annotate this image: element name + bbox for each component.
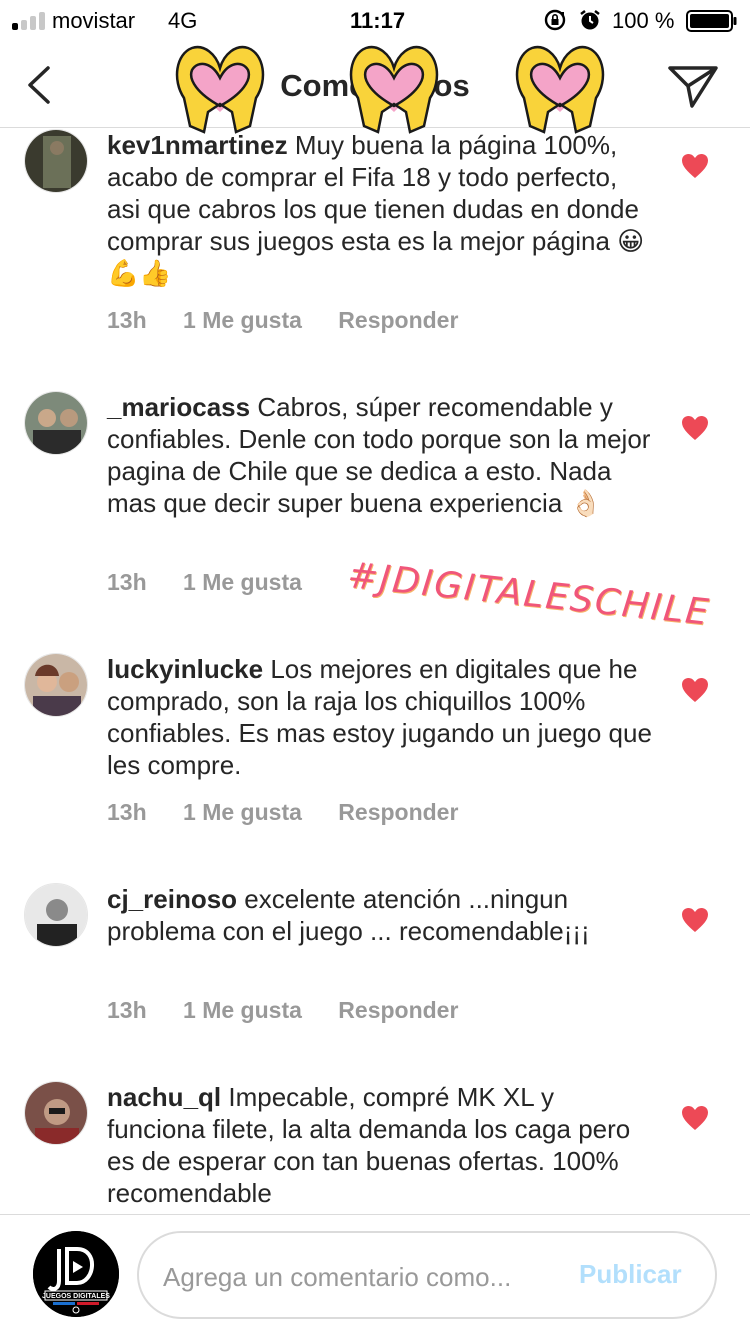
heart-icon[interactable]	[681, 907, 709, 933]
comment-time: 13h	[107, 307, 147, 333]
clock: 11:17	[350, 8, 406, 33]
reply-button[interactable]: Responder	[338, 307, 458, 334]
comment-time: 13h	[107, 997, 147, 1023]
comment-input[interactable]	[163, 1257, 563, 1297]
publish-button[interactable]: Publicar	[579, 1259, 682, 1290]
comment-text: nachu_ql Impecable, compré MK XL y funci…	[107, 1081, 652, 1209]
comment-text: luckyinlucke Los mejores en digitales qu…	[107, 653, 652, 781]
comment-likes[interactable]: 1 Me gusta	[183, 569, 302, 596]
comment-text: kev1nmartinez Muy buena la página 100%, …	[107, 129, 652, 289]
comment-username[interactable]: luckyinlucke	[107, 654, 263, 684]
paper-plane-icon[interactable]	[666, 62, 720, 110]
heart-icon[interactable]	[681, 153, 709, 179]
comment-list[interactable]: kev1nmartinez Muy buena la página 100%, …	[0, 129, 750, 1214]
comment-likes[interactable]: 1 Me gusta	[183, 997, 302, 1024]
avatar: JUEGOS DIGITALES	[33, 1231, 119, 1317]
comment-meta: 13h 1 Me gusta Responder	[107, 307, 488, 334]
comment-likes[interactable]: 1 Me gusta	[183, 307, 302, 334]
comment-composer: JUEGOS DIGITALES Publicar	[0, 1214, 750, 1334]
avatar[interactable]	[24, 1081, 88, 1145]
comments-header: Comentarios	[0, 40, 750, 134]
juegos-digitales-logo-icon: JUEGOS DIGITALES	[33, 1231, 119, 1317]
comment-text: _mariocass Cabros, súper recomendable y …	[107, 391, 652, 519]
comment-username[interactable]: cj_reinoso	[107, 884, 237, 914]
avatar[interactable]	[24, 883, 88, 947]
status-bar: movistar 4G 11:17 100 %	[0, 0, 750, 40]
battery-icon	[686, 10, 737, 32]
reply-button[interactable]: Responder	[338, 997, 458, 1024]
avatar[interactable]	[24, 129, 88, 193]
comment-text: cj_reinoso excelente atención ...ningun …	[107, 883, 652, 947]
comment-time: 13h	[107, 799, 147, 825]
avatar[interactable]	[24, 391, 88, 455]
heart-hands-sticker	[175, 45, 265, 134]
heart-hands-sticker	[515, 45, 605, 134]
avatar-label: JUEGOS DIGITALES	[42, 1293, 110, 1300]
heart-hands-sticker	[349, 45, 439, 134]
battery-percentage: 100 %	[612, 8, 675, 33]
reply-button[interactable]: Responder	[338, 799, 458, 826]
comment-username[interactable]: _mariocass	[107, 392, 250, 422]
avatar[interactable]	[24, 653, 88, 717]
comment-meta: 13h 1 Me gusta	[107, 569, 332, 596]
heart-icon[interactable]	[681, 677, 709, 703]
comment-input-container: Publicar	[137, 1231, 717, 1319]
comment-meta: 13h 1 Me gusta Responder	[107, 799, 488, 826]
signal-icon	[12, 12, 48, 30]
heart-icon[interactable]	[681, 415, 709, 441]
heart-icon[interactable]	[681, 1105, 709, 1131]
instagram-comments-screen: movistar 4G 11:17 100 % Comentarios	[0, 0, 750, 1334]
comment-likes[interactable]: 1 Me gusta	[183, 799, 302, 826]
comment-meta: 13h 1 Me gusta Responder	[107, 997, 488, 1024]
comment-time: 13h	[107, 569, 147, 595]
comment-username[interactable]: kev1nmartinez	[107, 130, 288, 160]
alarm-icon	[580, 10, 600, 30]
comment-username[interactable]: nachu_ql	[107, 1082, 221, 1112]
carrier-label: movistar	[52, 8, 136, 33]
network-type: 4G	[168, 8, 198, 33]
lock-rotation-icon	[544, 9, 566, 31]
